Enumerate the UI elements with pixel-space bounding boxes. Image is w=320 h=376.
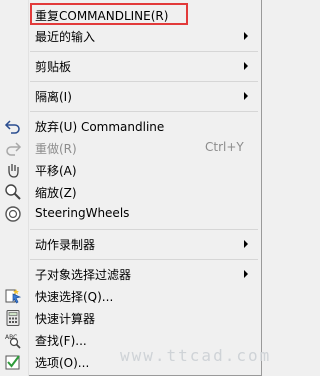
menu-item-label: 快速计算器 — [35, 312, 96, 326]
redo-icon — [4, 139, 22, 157]
menu-item-label: 最近的输入 — [35, 30, 96, 44]
menu-separator — [30, 81, 258, 82]
menu-item-undo[interactable]: 放弃(U) Commandline — [0, 115, 261, 137]
red-highlight-box — [30, 3, 188, 25]
menu-separator — [30, 229, 258, 230]
undo-icon — [4, 117, 22, 135]
menu-separator — [30, 259, 258, 260]
calculator-icon — [4, 309, 22, 327]
context-menu: 重复COMMANDLINE(R) 最近的输入 剪贴板 隔离(I) 放弃(U) C… — [0, 0, 269, 376]
submenu-arrow-icon — [244, 62, 248, 70]
menu-item-label: 平移(A) — [35, 164, 77, 178]
menu-item-label: 动作录制器 — [35, 238, 96, 252]
submenu-arrow-icon — [244, 270, 248, 278]
menu-item-label: 选项(O)... — [35, 356, 90, 370]
quick-select-icon — [4, 287, 22, 305]
shortcut-text: Ctrl+Y — [205, 140, 244, 154]
find-icon: ABC — [4, 331, 22, 349]
submenu-arrow-icon — [244, 92, 248, 100]
menu-item-label: 缩放(Z) — [35, 186, 77, 200]
options-icon — [4, 353, 22, 371]
menu-item-label: 放弃(U) Commandline — [35, 120, 165, 134]
menu-item-label: 查找(F)... — [35, 334, 87, 348]
steering-wheels-icon — [4, 205, 22, 223]
menu-item-zoom[interactable]: 缩放(Z) — [0, 181, 261, 203]
menu-item-isolate[interactable]: 隔离(I) — [0, 85, 261, 107]
submenu-arrow-icon — [244, 32, 248, 40]
menu-item-redo[interactable]: 重做(R) Ctrl+Y — [0, 137, 261, 159]
menu-item-label: 剪贴板 — [35, 60, 72, 74]
menu-item-quick-calculator[interactable]: 快速计算器 — [0, 307, 261, 329]
menu-item-pan[interactable]: 平移(A) — [0, 159, 261, 181]
watermark: www.ttcad.com — [120, 346, 272, 365]
menu-item-steeringwheels[interactable]: SteeringWheels — [0, 203, 261, 225]
menu-separator — [30, 111, 258, 112]
submenu-arrow-icon — [244, 240, 248, 248]
menu-item-label: 子对象选择过滤器 — [35, 268, 132, 282]
menu-item-action-recorder[interactable]: 动作录制器 — [0, 233, 261, 255]
menu-item-subobject-filter[interactable]: 子对象选择过滤器 — [0, 263, 261, 285]
menu-item-label: 重做(R) — [35, 142, 77, 156]
menu-item-recent-input[interactable]: 最近的输入 — [0, 25, 261, 47]
zoom-icon — [4, 183, 22, 201]
menu-item-clipboard[interactable]: 剪贴板 — [0, 55, 261, 77]
pan-icon — [4, 161, 22, 179]
menu-item-label: 快速选择(Q)... — [35, 290, 114, 304]
menu-separator — [30, 51, 258, 52]
menu-item-quick-select[interactable]: 快速选择(Q)... — [0, 285, 261, 307]
menu-item-label: SteeringWheels — [35, 206, 130, 220]
menu-item-label: 隔离(I) — [35, 90, 72, 104]
